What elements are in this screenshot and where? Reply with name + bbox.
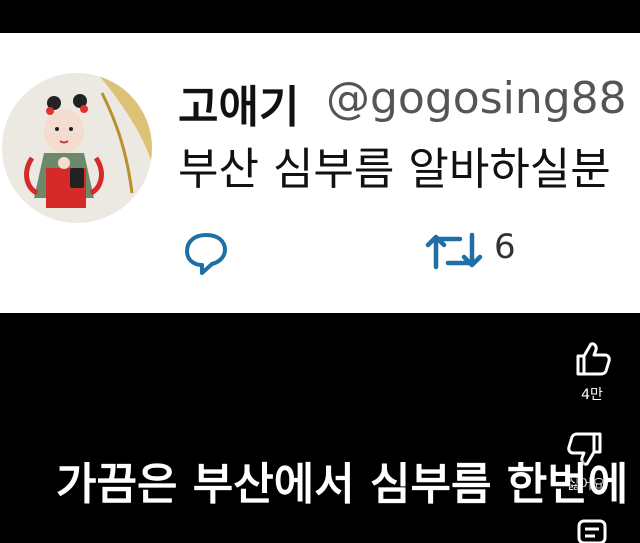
user-name[interactable]: 고애기 xyxy=(178,71,299,135)
like-button[interactable]: 4만 xyxy=(572,340,612,404)
avatar-illustration xyxy=(2,73,152,223)
user-handle[interactable]: @gogosing88 xyxy=(326,73,627,124)
thumbs-up-icon xyxy=(576,342,611,376)
retweet-icon[interactable] xyxy=(424,229,484,273)
avatar[interactable] xyxy=(2,73,152,223)
like-count: 4만 xyxy=(581,387,603,403)
retweet-count: 6 xyxy=(494,227,516,267)
comments-button[interactable] xyxy=(576,518,608,543)
tweet-text: 부산 심부름 알바하실분 xyxy=(178,144,611,195)
video-caption: 가끔은 부산에서 심부름 한번에 xyxy=(56,459,629,510)
comments-icon xyxy=(577,519,607,543)
tweet-card: 고애기 @gogosing88 부산 심부름 알바하실분 6 xyxy=(0,33,640,313)
reply-icon[interactable] xyxy=(182,229,230,277)
